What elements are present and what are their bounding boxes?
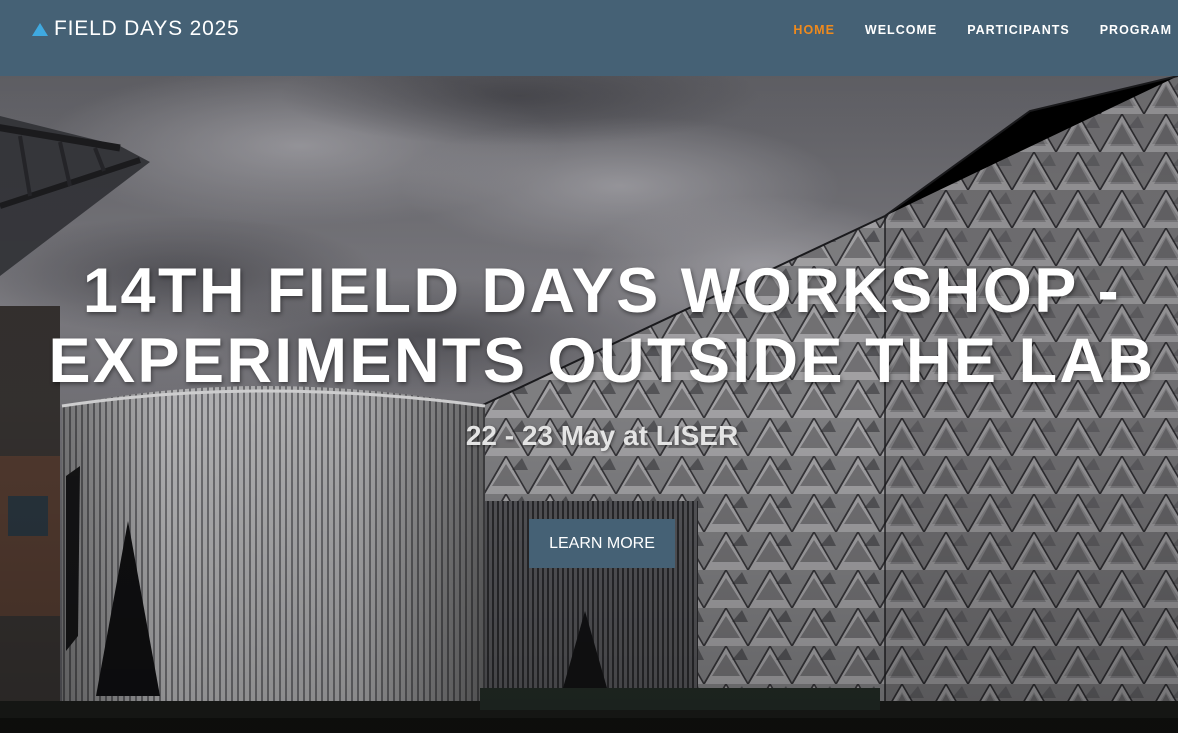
learn-more-button[interactable]: LEARN MORE [529, 519, 675, 568]
hero-subtitle: 22 - 23 May at LISER [465, 420, 739, 451]
nav-item-welcome[interactable]: WELCOME [865, 22, 937, 38]
nav-item-participants[interactable]: PARTICIPANTS [967, 22, 1070, 38]
nav-item-home[interactable]: HOME [793, 22, 835, 38]
page: FIELD DAYS 2025 HOME WELCOME PARTICIPANT… [0, 0, 1178, 733]
hero-title-line-2: EXPERIMENTS OUTSIDE THE LAB [48, 326, 1156, 396]
triangle-icon [32, 23, 48, 36]
top-navbar: FIELD DAYS 2025 HOME WELCOME PARTICIPANT… [0, 0, 1178, 76]
hero-title-line-1: 14TH FIELD DAYS WORKSHOP - [82, 256, 1122, 326]
hero-section: 14TH FIELD DAYS WORKSHOP - EXPERIMENTS O… [0, 76, 1178, 733]
hero-content: 14TH FIELD DAYS WORKSHOP - EXPERIMENTS O… [0, 76, 1178, 733]
brand-label: FIELD DAYS 2025 [54, 17, 240, 40]
brand-link[interactable]: FIELD DAYS 2025 [32, 17, 240, 41]
main-nav: HOME WELCOME PARTICIPANTS PROGRAM [763, 22, 1172, 38]
hero-title: 14TH FIELD DAYS WORKSHOP - EXPERIMENTS O… [20, 256, 1178, 396]
nav-item-program[interactable]: PROGRAM [1100, 22, 1172, 38]
